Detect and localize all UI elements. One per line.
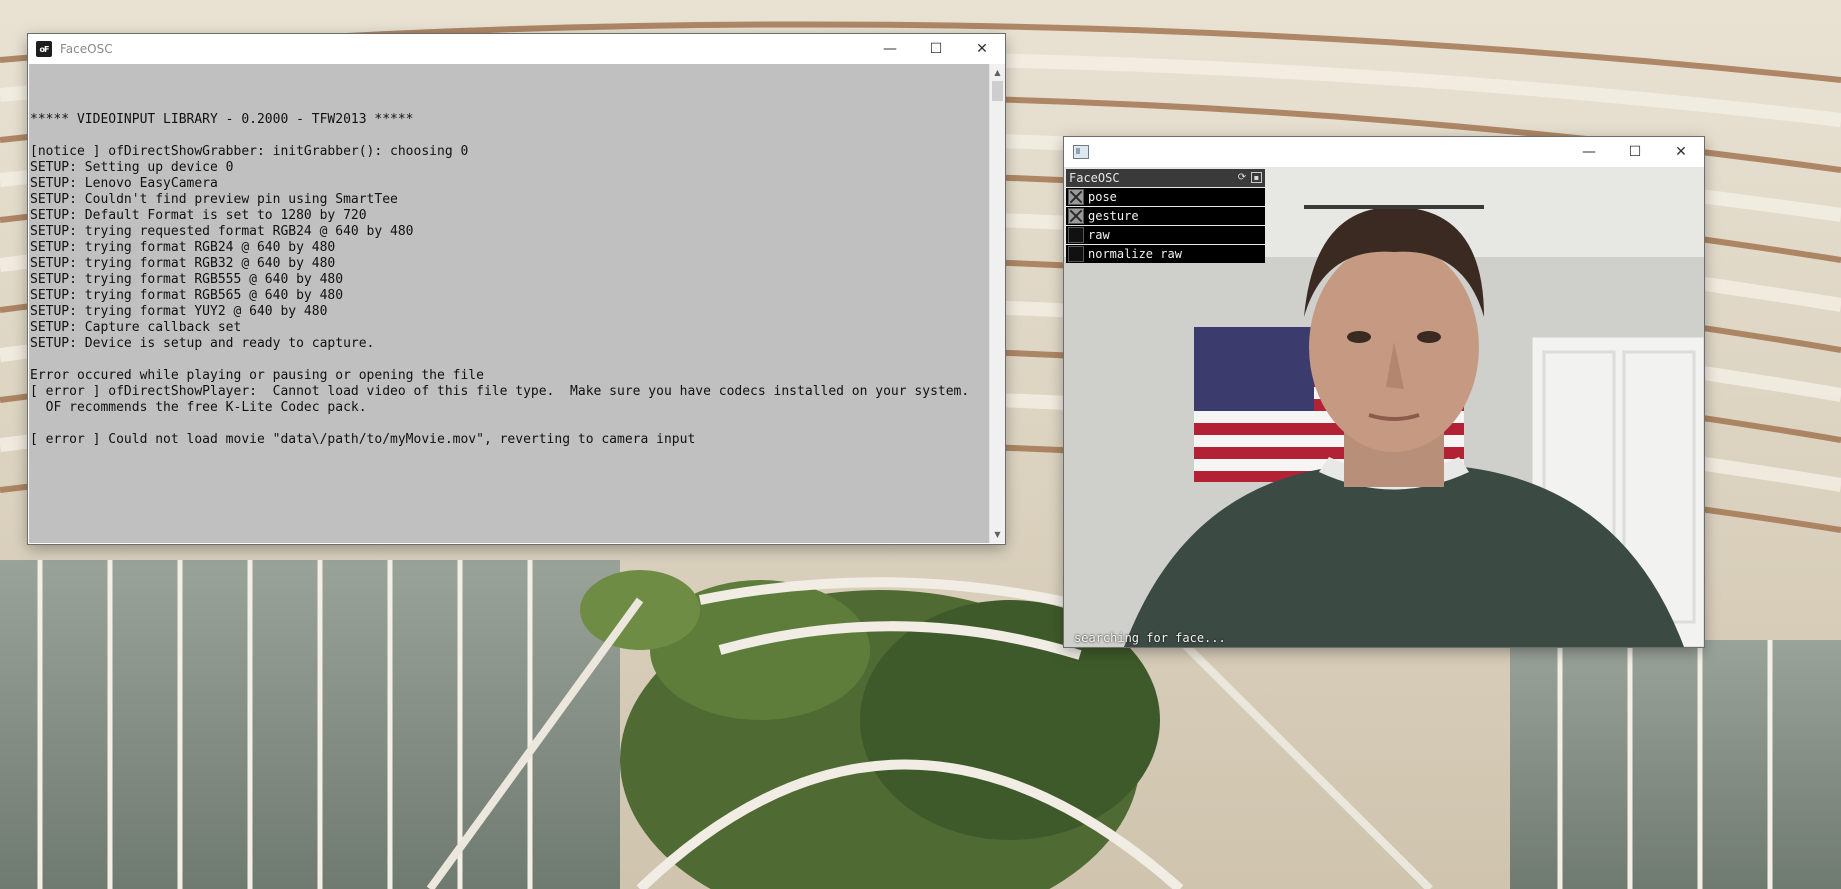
toggle-label: raw xyxy=(1088,228,1110,242)
console-line: Error occured while playing or pausing o… xyxy=(30,368,484,383)
console-line: SETUP: Device is setup and ready to capt… xyxy=(30,336,375,351)
camera-feed[interactable]: FaceOSC ⟳ ▪ pose gesture raw normalize r… xyxy=(1064,167,1704,647)
toggle-label: pose xyxy=(1088,190,1117,204)
checkbox-checked-icon[interactable] xyxy=(1068,208,1084,224)
toggle-label: normalize raw xyxy=(1088,247,1182,261)
console-line: ***** VIDEOINPUT LIBRARY - 0.2000 - TFW2… xyxy=(30,112,414,127)
console-line: SETUP: trying format RGB565 @ 640 by 480 xyxy=(30,288,344,303)
faceosc-app-window[interactable]: — ☐ ✕ FaceOSC ⟳ ▪ pose gesture raw norma… xyxy=(1064,137,1704,647)
status-text: searching for face... xyxy=(1074,631,1226,645)
gui-panel-header[interactable]: FaceOSC ⟳ ▪ xyxy=(1066,169,1265,187)
minimize-button[interactable]: — xyxy=(867,34,913,64)
minimize-button[interactable]: — xyxy=(1566,137,1612,167)
window-app-icon xyxy=(1073,145,1089,159)
console-line: SETUP: trying format RGB24 @ 640 by 480 xyxy=(30,240,336,255)
console-titlebar[interactable]: oF FaceOSC — ☐ ✕ xyxy=(28,34,1005,64)
toggle-raw[interactable]: raw xyxy=(1066,226,1265,244)
gui-panel-title: FaceOSC xyxy=(1069,171,1120,185)
console-title: FaceOSC xyxy=(60,42,113,56)
close-button[interactable]: ✕ xyxy=(1658,137,1704,167)
console-output[interactable]: ***** VIDEOINPUT LIBRARY - 0.2000 - TFW2… xyxy=(29,64,990,543)
console-line: SETUP: Default Format is set to 1280 by … xyxy=(30,208,367,223)
toggle-gesture[interactable]: gesture xyxy=(1066,207,1265,225)
console-line: [ error ] Could not load movie "data\/pa… xyxy=(30,432,696,447)
refresh-icon[interactable]: ⟳ xyxy=(1236,171,1248,183)
console-line: SETUP: Setting up device 0 xyxy=(30,160,234,175)
toggle-pose[interactable]: pose xyxy=(1066,188,1265,206)
console-line: [ error ] ofDirectShowPlayer: Cannot loa… xyxy=(30,384,970,399)
console-line: SETUP: Couldn't find preview pin using S… xyxy=(30,192,398,207)
maximize-button[interactable]: ☐ xyxy=(913,34,959,64)
console-line: SETUP: Capture callback set xyxy=(30,320,242,335)
scroll-down-arrow-icon[interactable]: ▼ xyxy=(990,526,1005,543)
scrollbar-thumb[interactable] xyxy=(992,81,1003,101)
checkbox-unchecked-icon[interactable] xyxy=(1068,227,1084,243)
console-window[interactable]: oF FaceOSC — ☐ ✕ ***** VIDEOINPUT LIBRAR… xyxy=(28,34,1005,544)
toggle-normalize-raw[interactable]: normalize raw xyxy=(1066,245,1265,263)
app-titlebar[interactable]: — ☐ ✕ xyxy=(1064,137,1704,167)
scroll-up-arrow-icon[interactable]: ▲ xyxy=(990,64,1005,81)
save-icon[interactable]: ▪ xyxy=(1251,172,1262,183)
openframeworks-logo-icon: oF xyxy=(36,41,52,57)
checkbox-checked-icon[interactable] xyxy=(1068,189,1084,205)
console-line: OF recommends the free K-Lite Codec pack… xyxy=(30,400,367,415)
close-button[interactable]: ✕ xyxy=(959,34,1005,64)
checkbox-unchecked-icon[interactable] xyxy=(1068,246,1084,262)
console-line: SETUP: trying format YUY2 @ 640 by 480 xyxy=(30,304,328,319)
toggle-label: gesture xyxy=(1088,209,1139,223)
console-line: SETUP: trying format RGB32 @ 640 by 480 xyxy=(30,256,336,271)
console-line: SETUP: trying format RGB555 @ 640 by 480 xyxy=(30,272,344,287)
gui-panel[interactable]: FaceOSC ⟳ ▪ pose gesture raw normalize r… xyxy=(1066,169,1265,263)
console-line: SETUP: trying requested format RGB24 @ 6… xyxy=(30,224,414,239)
console-scrollbar[interactable]: ▲ ▼ xyxy=(989,64,1005,543)
console-line: [notice ] ofDirectShowGrabber: initGrabb… xyxy=(30,144,469,159)
maximize-button[interactable]: ☐ xyxy=(1612,137,1658,167)
console-line: SETUP: Lenovo EasyCamera xyxy=(30,176,218,191)
